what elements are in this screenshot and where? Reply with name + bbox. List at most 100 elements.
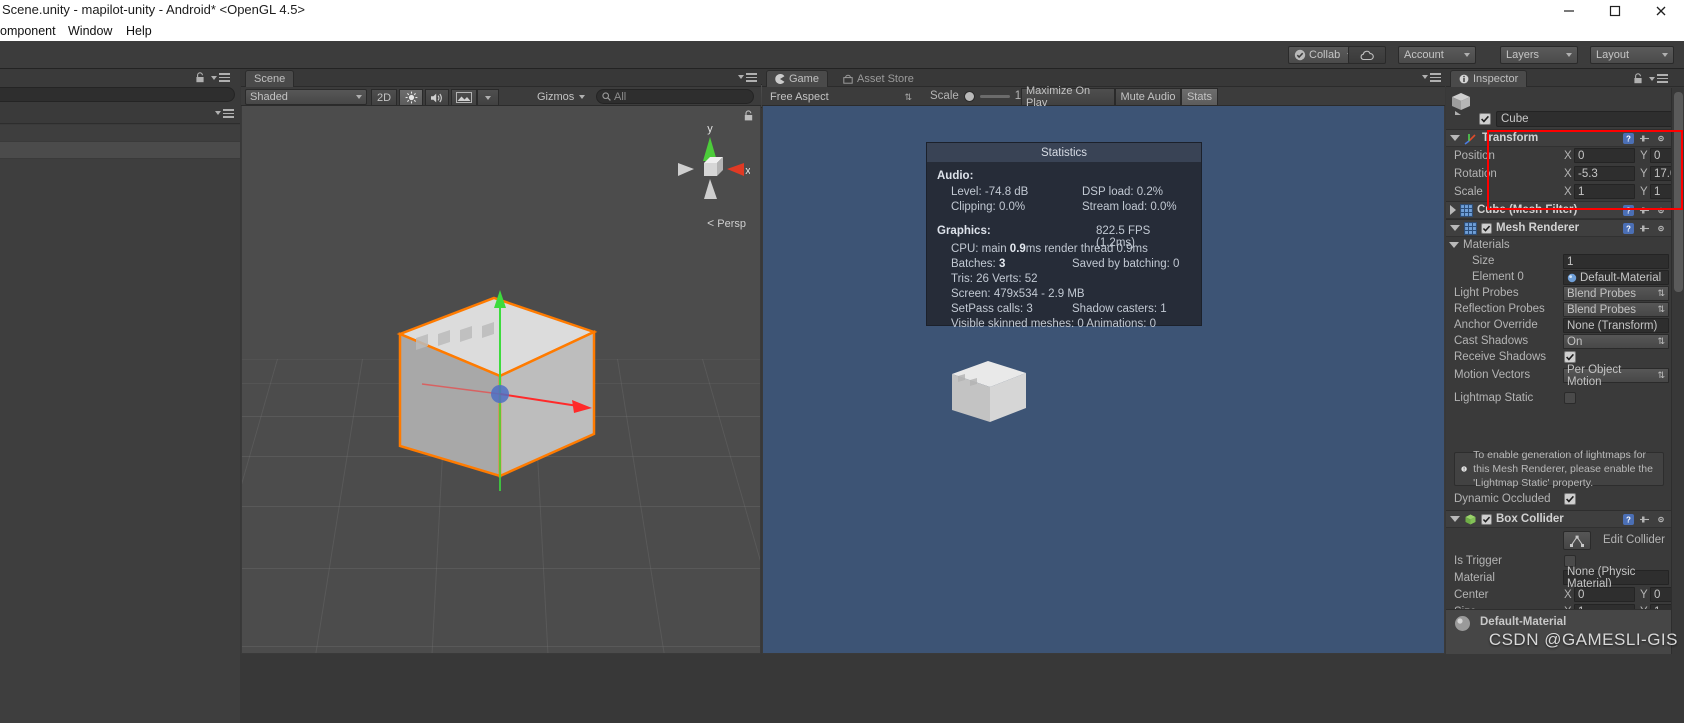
shading-mode-dropdown[interactable]: Shaded — [245, 89, 367, 105]
mesh-renderer-enabled-checkbox[interactable] — [1481, 222, 1492, 234]
game-scale-slider[interactable]: Scale 1x — [930, 90, 1027, 102]
maximize-on-play-button[interactable]: Maximize On Play — [1021, 85, 1115, 109]
list-item[interactable] — [0, 142, 240, 158]
edit-collider-button[interactable] — [1563, 531, 1591, 550]
panel-menu-icon[interactable] — [1430, 73, 1441, 82]
layout-button[interactable]: Layout — [1590, 46, 1674, 64]
tab-inspector[interactable]: Inspector — [1450, 70, 1528, 87]
cast-shadows-dropdown[interactable]: On ⇅ — [1563, 334, 1669, 349]
anchor-override-object-field[interactable]: None (Transform) — [1563, 318, 1669, 333]
mesh-filter-component-icons[interactable]: ? — [1623, 205, 1667, 216]
game-panel-menu[interactable] — [1418, 73, 1441, 82]
mesh-renderer-header[interactable]: Mesh Renderer ? — [1446, 219, 1671, 237]
help-icon[interactable]: ? — [1623, 133, 1634, 144]
gizmos-dropdown[interactable]: Gizmos — [533, 89, 589, 105]
position-x-input[interactable]: 0 — [1574, 148, 1635, 163]
materials-foldout-row[interactable]: Materials — [1446, 237, 1671, 253]
dynamic-occluded-checkbox[interactable] — [1564, 493, 1576, 505]
foldout-icon[interactable] — [1450, 225, 1460, 231]
light-probes-dropdown[interactable]: Blend Probes ⇅ — [1563, 286, 1669, 301]
menu-item-window[interactable]: Window — [68, 24, 112, 38]
reflection-probes-dropdown[interactable]: Blend Probes ⇅ — [1563, 302, 1669, 317]
collider-material-object-field[interactable]: None (Physic Material) — [1563, 566, 1669, 590]
aspect-ratio-dropdown[interactable]: Free Aspect ⇅ — [766, 89, 916, 105]
inspector-scrollbar[interactable] — [1671, 88, 1684, 654]
scene-lock-icon[interactable] — [743, 110, 754, 122]
scale-slider-track[interactable] — [979, 94, 1010, 98]
scene-canvas[interactable]: y x < Persp — [242, 106, 760, 653]
rotation-x-input[interactable]: -5.3 — [1574, 166, 1635, 181]
box-collider-header[interactable]: Box Collider ? — [1446, 510, 1671, 528]
hierarchy-search-input[interactable] — [0, 87, 235, 102]
scene-search-input[interactable]: All — [596, 89, 754, 104]
toggle-2d-button[interactable]: 2D — [371, 89, 397, 106]
lightmap-static-checkbox[interactable] — [1564, 392, 1576, 404]
cloud-button[interactable] — [1348, 46, 1386, 64]
lock-icon[interactable] — [1633, 73, 1643, 84]
panel-menu-icon[interactable] — [1657, 74, 1668, 83]
game-canvas[interactable]: Statistics Audio: Level: -74.8 dB DSP lo… — [763, 106, 1444, 653]
scene-panel-menu[interactable] — [734, 73, 757, 82]
receive-shadows-checkbox[interactable] — [1564, 351, 1576, 363]
stats-button[interactable]: Stats — [1181, 88, 1218, 106]
scene-projection-label[interactable]: < Persp — [707, 216, 746, 230]
tab-game[interactable]: Game — [766, 70, 828, 87]
box-collider-component-icons[interactable]: ? — [1623, 514, 1667, 525]
scene-orientation-gizmo[interactable]: y x — [670, 121, 750, 216]
preset-icon[interactable] — [1639, 133, 1650, 144]
scale-slider-handle[interactable] — [963, 90, 975, 102]
scene-fx-button[interactable] — [451, 89, 477, 106]
minimize-icon[interactable] — [1546, 0, 1592, 22]
foldout-icon[interactable] — [1450, 135, 1460, 141]
maximize-icon[interactable] — [1592, 0, 1638, 22]
scene-fx-dropdown[interactable] — [477, 89, 499, 106]
tab-scene[interactable]: Scene — [245, 70, 295, 87]
help-icon[interactable]: ? — [1623, 223, 1634, 234]
object-enabled-checkbox[interactable] — [1479, 113, 1491, 125]
collider-center-x-input[interactable]: 0 — [1574, 587, 1635, 602]
scene-lighting-button[interactable] — [399, 89, 423, 106]
preset-icon[interactable] — [1639, 514, 1650, 525]
project-list-area[interactable] — [0, 159, 240, 723]
gear-icon[interactable] — [1655, 133, 1667, 144]
scene-cube-object[interactable] — [382, 276, 612, 506]
foldout-icon[interactable] — [1450, 205, 1456, 215]
project-panel-menu[interactable] — [211, 109, 234, 118]
mute-audio-button[interactable]: Mute Audio — [1115, 88, 1181, 106]
object-name-input[interactable]: Cube — [1496, 111, 1676, 127]
panel-menu-icon[interactable] — [223, 109, 234, 118]
list-item[interactable] — [0, 125, 240, 141]
scale-x-input[interactable]: 1 — [1574, 184, 1635, 199]
menu-item-component[interactable]: omponent — [0, 24, 56, 38]
inspector-scroll-thumb[interactable] — [1674, 92, 1683, 292]
preset-icon[interactable] — [1639, 205, 1650, 216]
tab-asset-store[interactable]: Asset Store — [835, 70, 922, 87]
foldout-icon[interactable] — [1450, 516, 1460, 522]
account-button[interactable]: Account — [1398, 46, 1476, 64]
gear-icon[interactable] — [1655, 205, 1667, 216]
mesh-renderer-component-icons[interactable]: ? — [1623, 223, 1667, 234]
transform-component-icons[interactable]: ? — [1623, 133, 1667, 144]
preset-icon[interactable] — [1639, 223, 1650, 234]
scene-audio-button[interactable] — [425, 89, 449, 106]
menu-item-help[interactable]: Help — [126, 24, 152, 38]
gear-icon[interactable] — [1655, 223, 1667, 234]
transform-header[interactable]: Transform ? — [1446, 129, 1671, 147]
layers-button[interactable]: Layers — [1500, 46, 1578, 64]
mesh-filter-header[interactable]: Cube (Mesh Filter) ? — [1446, 201, 1671, 219]
hierarchy-lock-icon[interactable] — [195, 72, 230, 83]
gear-icon[interactable] — [1655, 514, 1667, 525]
help-icon[interactable]: ? — [1623, 514, 1634, 525]
close-icon[interactable] — [1638, 0, 1684, 22]
axis-y-label: Y — [1640, 186, 1648, 198]
foldout-icon[interactable] — [1449, 242, 1459, 248]
light-probes-label: Light Probes — [1454, 287, 1519, 299]
box-collider-enabled-checkbox[interactable] — [1481, 513, 1492, 525]
materials-size-input[interactable]: 1 — [1563, 254, 1669, 269]
help-icon[interactable]: ? — [1623, 205, 1634, 216]
panel-menu-icon[interactable] — [746, 73, 757, 82]
inspector-panel-menu[interactable] — [1633, 73, 1668, 84]
element0-object-field[interactable]: Default-Material — [1563, 270, 1669, 285]
panel-menu-icon[interactable] — [219, 73, 230, 82]
motion-vectors-dropdown[interactable]: Per Object Motion ⇅ — [1563, 364, 1669, 388]
